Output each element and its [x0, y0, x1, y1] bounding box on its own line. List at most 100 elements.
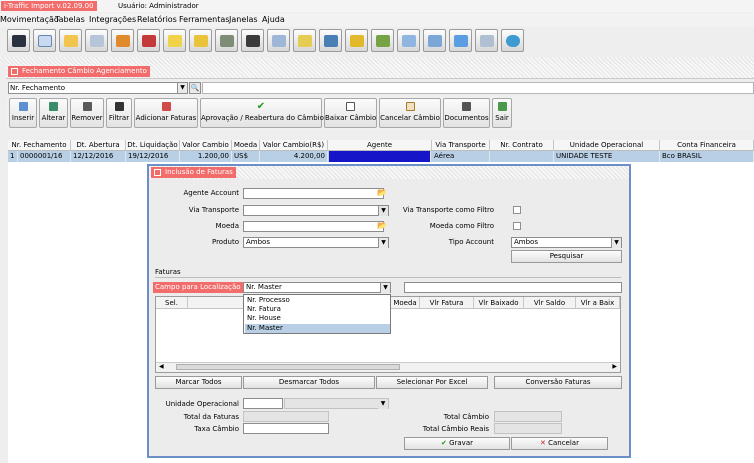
- search-icon[interactable]: 🔍: [189, 82, 201, 94]
- menu-janelas[interactable]: Janelas: [229, 15, 258, 24]
- cancelar-label: Cancelar: [548, 439, 579, 447]
- pesquisar-button[interactable]: Pesquisar: [511, 250, 622, 263]
- column-header[interactable]: Vlr Baixado: [474, 297, 524, 309]
- menu-integracoes[interactable]: Integrações: [89, 15, 136, 24]
- pen-icon[interactable]: [85, 29, 108, 52]
- moeda-filtro-checkbox[interactable]: [513, 222, 521, 230]
- marcar-todos-button[interactable]: Marcar Todos: [155, 376, 242, 389]
- remover-button[interactable]: Remover: [70, 98, 104, 128]
- option-nr-house[interactable]: Nr. House: [245, 314, 390, 323]
- column-header[interactable]: Vlr Saldo: [524, 297, 576, 309]
- menu-ajuda[interactable]: Ajuda: [262, 15, 285, 24]
- localizacao-input[interactable]: [404, 282, 622, 293]
- column-header[interactable]: Nr. Fechamento: [8, 140, 71, 151]
- via-filtro-checkbox[interactable]: [513, 206, 521, 214]
- map-icon[interactable]: [371, 29, 394, 52]
- option-nr-fatura[interactable]: Nr. Fatura: [245, 305, 390, 314]
- column-header[interactable]: Unidade Operacional: [554, 140, 660, 151]
- total-cambio-field: [494, 411, 562, 422]
- taxa-cambio-input[interactable]: [243, 423, 329, 434]
- column-header[interactable]: Dt. Liquidação: [126, 140, 180, 151]
- unidade-operacional-label: Unidade Operacional: [165, 400, 239, 408]
- scroll-right-icon[interactable]: ▶: [612, 363, 617, 370]
- column-header[interactable]: Dt. Abertura: [71, 140, 126, 151]
- moeda-input[interactable]: [243, 221, 384, 232]
- column-header[interactable]: Moeda: [391, 297, 420, 309]
- hammer-icon[interactable]: [293, 29, 316, 52]
- remover-label: Remover: [71, 114, 103, 122]
- column-header[interactable]: Agente: [328, 140, 432, 151]
- currency-icon[interactable]: [345, 29, 368, 52]
- campo-localizacao-select[interactable]: Nr. Master ▼: [243, 282, 391, 293]
- column-header[interactable]: Conta Financeira: [660, 140, 754, 151]
- desmarcar-todos-button[interactable]: Desmarcar Todos: [243, 376, 375, 389]
- notepad-icon[interactable]: [33, 29, 56, 52]
- column-header[interactable]: Valor Cambio(R$): [260, 140, 328, 151]
- aprovacao-button[interactable]: ✔ Aprovação / Reabertura do Câmbio: [200, 98, 324, 128]
- table-row[interactable]: 1 0000001/16 12/12/2016 19/12/2016 1.200…: [8, 151, 754, 162]
- baixar-cambio-label: Baixar Câmbio: [325, 114, 377, 122]
- chevron-down-icon[interactable]: ▼: [380, 283, 390, 293]
- ship-dock-icon[interactable]: [319, 29, 342, 52]
- unidade-operacional-select[interactable]: ▼: [284, 398, 389, 409]
- menu-tabelas[interactable]: Tabelas: [55, 15, 85, 24]
- inserir-button[interactable]: Inserir: [9, 98, 37, 128]
- column-header[interactable]: Sel.: [156, 297, 188, 309]
- cargo-truck-icon[interactable]: [111, 29, 134, 52]
- scroll-left-icon[interactable]: ◀: [159, 363, 164, 370]
- stamp-icon[interactable]: [241, 29, 264, 52]
- chevron-down-icon[interactable]: ▼: [378, 206, 388, 216]
- baixar-cambio-button[interactable]: Baixar Câmbio: [324, 98, 377, 128]
- chevron-down-icon[interactable]: ▼: [378, 399, 388, 409]
- gravar-button[interactable]: ✔ Gravar: [404, 437, 510, 450]
- scrollbar-thumb[interactable]: [176, 364, 400, 370]
- agente-input[interactable]: [243, 188, 384, 199]
- sair-button[interactable]: Sair: [492, 98, 512, 128]
- adicionar-faturas-button[interactable]: Adicionar Faturas: [134, 98, 198, 128]
- cancelar-button[interactable]: ✕ Cancelar: [511, 437, 608, 450]
- cheese-icon[interactable]: [163, 29, 186, 52]
- window-icon: [11, 68, 18, 75]
- cancelar-cambio-button[interactable]: Cancelar Câmbio: [379, 98, 441, 128]
- filter-field-select[interactable]: Nr. Fechamento ▼: [8, 82, 188, 94]
- chevron-down-icon[interactable]: ▼: [378, 238, 388, 248]
- dark-square-icon[interactable]: [7, 29, 30, 52]
- tipo-account-label: Tipo Account: [448, 238, 494, 246]
- play-icon[interactable]: [501, 29, 524, 52]
- doc-blue-icon[interactable]: [423, 29, 446, 52]
- produto-select[interactable]: Ambos ▼: [243, 237, 389, 248]
- menu-ferramentas[interactable]: Ferramentas: [179, 15, 229, 24]
- column-header[interactable]: Vlr Fatura: [420, 297, 474, 309]
- column-header[interactable]: Moeda: [232, 140, 260, 151]
- check-wheel-icon[interactable]: [215, 29, 238, 52]
- filtrar-button[interactable]: Filtrar: [106, 98, 132, 128]
- tipo-account-select[interactable]: Ambos ▼: [511, 237, 622, 248]
- column-header[interactable]: Valor Cambio: [180, 140, 232, 151]
- column-header[interactable]: Via Transporte: [432, 140, 490, 151]
- folder-icon[interactable]: 📂: [376, 221, 388, 231]
- chevron-down-icon[interactable]: ▼: [611, 238, 621, 248]
- folder-icon[interactable]: [59, 29, 82, 52]
- menu-relatorios[interactable]: Relatórios: [137, 15, 177, 24]
- column-header[interactable]: Nr. Contrato: [490, 140, 554, 151]
- folder-icon[interactable]: 📂: [376, 188, 388, 198]
- ship-icon[interactable]: [137, 29, 160, 52]
- option-nr-processo[interactable]: Nr. Processo: [245, 296, 390, 305]
- clipboard-icon[interactable]: [267, 29, 290, 52]
- alterar-button[interactable]: Alterar: [39, 98, 68, 128]
- option-nr-master[interactable]: Nr. Master: [245, 324, 390, 333]
- calculator-icon[interactable]: [475, 29, 498, 52]
- filter-input[interactable]: [202, 82, 754, 94]
- chevron-down-icon[interactable]: ▼: [177, 83, 187, 93]
- via-transporte-select[interactable]: ▼: [243, 205, 389, 216]
- menu-movimentacao[interactable]: Movimentação: [0, 15, 59, 24]
- filter-field-value: Nr. Fechamento: [10, 84, 66, 92]
- conversao-faturas-button[interactable]: Conversão Faturas: [494, 376, 622, 389]
- documentos-button[interactable]: Documentos: [443, 98, 490, 128]
- tools-icon[interactable]: [189, 29, 212, 52]
- doc-icon[interactable]: [397, 29, 420, 52]
- column-header[interactable]: Vlr a Baix: [576, 297, 620, 309]
- selecionar-excel-button[interactable]: Selecionar Por Excel: [376, 376, 488, 389]
- unidade-operacional-input[interactable]: [243, 398, 283, 409]
- globe-icon[interactable]: [449, 29, 472, 52]
